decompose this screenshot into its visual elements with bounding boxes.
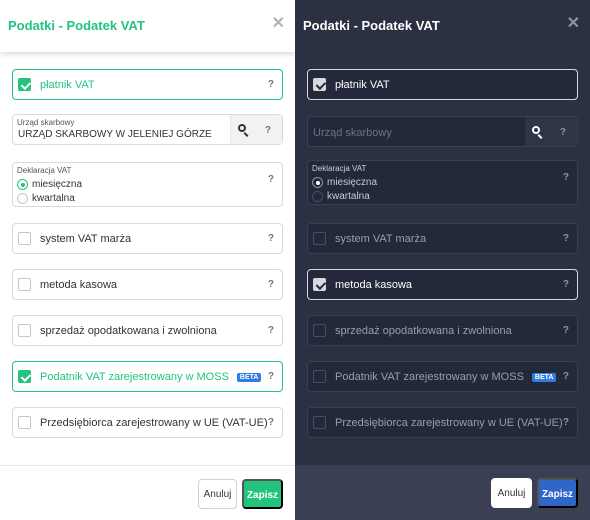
taxed-exempt-sales-field[interactable]: sprzedaż opodatkowana i zwolniona ? xyxy=(12,315,283,346)
vat-declaration-label: Deklaracja VAT xyxy=(312,164,367,173)
help-icon[interactable]: ? xyxy=(268,174,274,185)
help-icon[interactable]: ? xyxy=(268,233,274,244)
help-icon[interactable]: ? xyxy=(268,79,274,90)
moss-checkbox[interactable] xyxy=(313,370,326,383)
vat-ue-checkbox[interactable] xyxy=(313,416,326,429)
tax-office-search-button[interactable] xyxy=(525,117,549,146)
vat-margin-checkbox[interactable] xyxy=(18,232,31,245)
radio-quarterly-button[interactable] xyxy=(312,191,323,202)
tax-office-search-button[interactable] xyxy=(230,115,254,144)
help-icon[interactable]: ? xyxy=(563,233,569,244)
moss-field[interactable]: Podatnik VAT zarejestrowany w MOSS BETA ? xyxy=(307,361,578,392)
vat-margin-label: system VAT marża xyxy=(335,233,427,245)
vat-payer-checkbox[interactable] xyxy=(313,78,326,91)
tax-office-field[interactable]: Urząd skarbowy ? xyxy=(307,116,578,147)
radio-monthly-button[interactable] xyxy=(312,177,323,188)
moss-label: Podatnik VAT zarejestrowany w MOSS BETA xyxy=(335,371,557,383)
radio-quarterly-label: kwartalna xyxy=(327,191,370,202)
help-icon[interactable]: ? xyxy=(265,125,271,136)
help-icon[interactable]: ? xyxy=(563,279,569,290)
vat-payer-field[interactable]: płatnik VAT ? xyxy=(12,69,283,100)
save-button[interactable]: Zapisz xyxy=(537,478,578,508)
vat-ue-field[interactable]: Przedsiębiorca zarejestrowany w UE (VAT-… xyxy=(307,407,578,438)
help-icon[interactable]: ? xyxy=(560,127,566,138)
search-icon xyxy=(238,124,246,132)
radio-monthly-label: miesięczna xyxy=(32,179,83,190)
vat-margin-field[interactable]: system VAT marża ? xyxy=(307,223,578,254)
dialog-header: Podatki - Podatek VAT ✕ xyxy=(295,0,590,52)
cash-method-label: metoda kasowa xyxy=(40,279,118,291)
radio-monthly-button[interactable] xyxy=(17,179,28,190)
vat-margin-field[interactable]: system VAT marża ? xyxy=(12,223,283,254)
taxed-exempt-sales-label: sprzedaż opodatkowana i zwolniona xyxy=(40,325,217,337)
tax-office-field[interactable]: Urząd skarbowy URZĄD SKARBOWY W JELENIEJ… xyxy=(12,114,283,145)
taxed-exempt-sales-field[interactable]: sprzedaż opodatkowana i zwolniona ? xyxy=(307,315,578,346)
save-button[interactable]: Zapisz xyxy=(242,479,283,509)
taxed-exempt-sales-checkbox[interactable] xyxy=(313,324,326,337)
vat-ue-field[interactable]: Przedsiębiorca zarejestrowany w UE (VAT-… xyxy=(12,407,283,438)
vat-margin-label: system VAT marża xyxy=(40,233,132,245)
cash-method-checkbox[interactable] xyxy=(18,278,31,291)
tax-office-help-button[interactable]: ? xyxy=(549,117,577,146)
moss-label-text: Podatnik VAT zarejestrowany w MOSS xyxy=(335,371,524,383)
help-icon[interactable]: ? xyxy=(563,371,569,382)
tax-office-help-button[interactable]: ? xyxy=(254,115,282,144)
help-icon[interactable]: ? xyxy=(268,417,274,428)
radio-quarterly-button[interactable] xyxy=(17,193,28,204)
close-icon[interactable]: ✕ xyxy=(272,16,285,32)
help-icon[interactable]: ? xyxy=(563,325,569,336)
dialog-title: Podatki - Podatek VAT xyxy=(8,18,145,33)
dialog-header: Podatki - Podatek VAT ✕ xyxy=(0,0,295,52)
radio-quarterly-label: kwartalna xyxy=(32,193,75,204)
cash-method-field[interactable]: metoda kasowa ? xyxy=(12,269,283,300)
vat-ue-label: Przedsiębiorca zarejestrowany w UE (VAT-… xyxy=(335,417,563,429)
help-icon[interactable]: ? xyxy=(563,417,569,428)
beta-badge: BETA xyxy=(236,373,262,382)
vat-payer-field[interactable]: płatnik VAT xyxy=(307,69,578,100)
tax-office-value[interactable]: URZĄD SKARBOWY W JELENIEJ GÓRZE xyxy=(18,129,212,140)
dialog-body: płatnik VAT ? Urząd skarbowy URZĄD SKARB… xyxy=(0,52,295,465)
help-icon[interactable]: ? xyxy=(563,172,569,183)
vat-ue-label: Przedsiębiorca zarejestrowany w UE (VAT-… xyxy=(40,417,268,429)
close-icon[interactable]: ✕ xyxy=(567,16,580,32)
vat-payer-label: płatnik VAT xyxy=(40,79,95,91)
dialog-body: płatnik VAT Urząd skarbowy ? Deklaracja … xyxy=(295,52,590,465)
cash-method-label: metoda kasowa xyxy=(335,279,413,291)
beta-badge: BETA xyxy=(531,373,557,382)
moss-checkbox[interactable] xyxy=(18,370,31,383)
vat-settings-dialog-light: Podatki - Podatek VAT ✕ płatnik VAT ? Ur… xyxy=(0,0,295,520)
moss-field[interactable]: Podatnik VAT zarejestrowany w MOSS BETA ? xyxy=(12,361,283,392)
taxed-exempt-sales-checkbox[interactable] xyxy=(18,324,31,337)
radio-monthly-label: miesięczna xyxy=(327,177,378,188)
vat-settings-dialog-dark: Podatki - Podatek VAT ✕ płatnik VAT Urzą… xyxy=(295,0,590,520)
cash-method-checkbox[interactable] xyxy=(313,278,326,291)
vat-declaration-label: Deklaracja VAT xyxy=(17,166,72,175)
moss-label-text: Podatnik VAT zarejestrowany w MOSS xyxy=(40,371,229,383)
cancel-button[interactable]: Anuluj xyxy=(491,478,532,508)
dialog-footer: Anuluj Zapisz xyxy=(295,465,590,520)
help-icon[interactable]: ? xyxy=(268,279,274,290)
vat-ue-checkbox[interactable] xyxy=(18,416,31,429)
search-icon xyxy=(532,126,540,134)
moss-label: Podatnik VAT zarejestrowany w MOSS BETA xyxy=(40,371,262,383)
help-icon[interactable]: ? xyxy=(268,325,274,336)
cash-method-field[interactable]: metoda kasowa ? xyxy=(307,269,578,300)
dialog-title: Podatki - Podatek VAT xyxy=(303,18,440,33)
taxed-exempt-sales-label: sprzedaż opodatkowana i zwolniona xyxy=(335,325,512,337)
cancel-button[interactable]: Anuluj xyxy=(198,479,237,509)
vat-declaration-group: Deklaracja VAT miesięczna kwartalna ? xyxy=(307,160,578,205)
help-icon[interactable]: ? xyxy=(268,371,274,382)
tax-office-placeholder[interactable]: Urząd skarbowy xyxy=(313,127,392,139)
dialog-footer: Anuluj Zapisz xyxy=(0,465,295,520)
vat-declaration-group: Deklaracja VAT miesięczna kwartalna ? xyxy=(12,162,283,207)
vat-margin-checkbox[interactable] xyxy=(313,232,326,245)
tax-office-label: Urząd skarbowy xyxy=(17,118,75,127)
vat-payer-checkbox[interactable] xyxy=(18,78,31,91)
vat-payer-label: płatnik VAT xyxy=(335,79,390,91)
